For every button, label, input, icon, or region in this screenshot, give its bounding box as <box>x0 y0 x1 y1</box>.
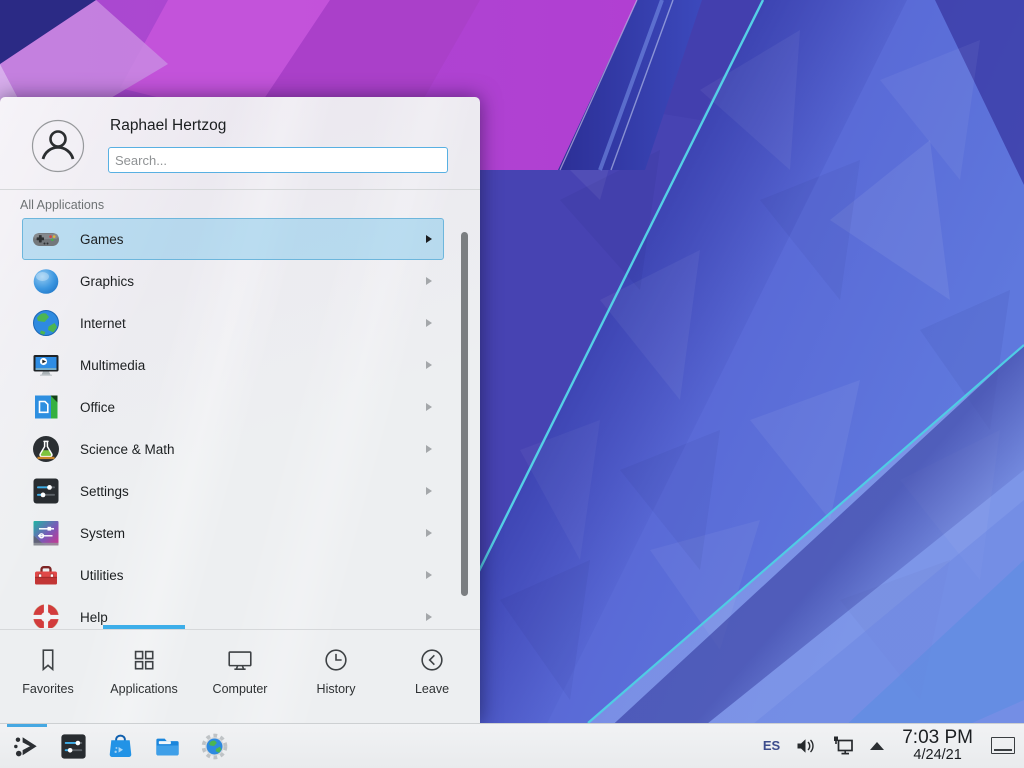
gamepad-icon <box>30 223 62 255</box>
toolbox-icon <box>30 559 62 591</box>
category-label: Science & Math <box>80 442 175 457</box>
category-games[interactable]: Games <box>22 218 444 260</box>
taskbar-panel: ES 7:03 PM 4/24/21 <box>0 723 1024 768</box>
graphics-sphere-icon <box>30 265 62 297</box>
network-icon[interactable] <box>831 735 855 757</box>
tab-label: Leave <box>415 682 449 696</box>
category-internet[interactable]: Internet <box>22 302 444 344</box>
application-category-list: Games Graphics <box>0 218 480 628</box>
category-system[interactable]: System <box>22 512 444 554</box>
category-label: Games <box>80 232 124 247</box>
category-label: Office <box>80 400 115 415</box>
submenu-arrow-icon <box>426 445 432 453</box>
taskbar-launchers <box>0 727 233 765</box>
desktop: Raphael Hertzog All Applications Games <box>0 0 1024 768</box>
submenu-arrow-icon <box>426 319 432 327</box>
discover-bag-icon <box>105 731 136 762</box>
help-lifering-icon <box>30 601 62 628</box>
discover-button[interactable] <box>101 727 139 765</box>
tab-label: Computer <box>213 682 268 696</box>
tab-label: Favorites <box>22 682 73 696</box>
system-settings-icon <box>58 731 89 762</box>
submenu-arrow-icon <box>426 403 432 411</box>
category-help[interactable]: Help <box>22 596 444 628</box>
category-label: System <box>80 526 125 541</box>
category-settings[interactable]: Settings <box>22 470 444 512</box>
tab-applications[interactable]: Applications <box>96 630 192 723</box>
system-tweaks-icon <box>30 517 62 549</box>
globe-icon <box>30 307 62 339</box>
file-manager-button[interactable] <box>148 727 186 765</box>
user-avatar-icon[interactable] <box>31 119 85 173</box>
category-label: Multimedia <box>80 358 145 373</box>
tab-leave[interactable]: Leave <box>384 630 480 723</box>
category-science-math[interactable]: Science & Math <box>22 428 444 470</box>
tab-label: History <box>317 682 356 696</box>
launcher-header: Raphael Hertzog <box>0 97 480 190</box>
search-input[interactable] <box>108 147 448 173</box>
media-screen-icon <box>30 349 62 381</box>
section-label: All Applications <box>20 198 104 212</box>
dolphin-folder-icon <box>152 731 183 762</box>
submenu-arrow-icon <box>426 487 432 495</box>
launcher-tab-bar: Favorites Applications Computer <box>0 629 480 723</box>
system-settings-button[interactable] <box>54 727 92 765</box>
category-graphics[interactable]: Graphics <box>22 260 444 302</box>
show-desktop-button[interactable] <box>991 737 1015 754</box>
category-multimedia[interactable]: Multimedia <box>22 344 444 386</box>
category-label: Utilities <box>80 568 124 583</box>
submenu-arrow-icon <box>426 529 432 537</box>
digital-clock[interactable]: 7:03 PM 4/24/21 <box>902 728 973 764</box>
settings-sliders-icon <box>30 475 62 507</box>
expand-tray-arrow[interactable] <box>870 742 884 750</box>
office-document-icon <box>30 391 62 423</box>
user-name: Raphael Hertzog <box>110 117 226 135</box>
bookmark-icon <box>33 645 63 675</box>
back-circle-icon <box>417 645 447 675</box>
keyboard-layout-indicator[interactable]: ES <box>763 738 780 753</box>
system-tray: ES 7:03 PM 4/24/21 <box>763 728 1024 764</box>
kde-launcher-icon <box>11 731 42 762</box>
monitor-icon <box>225 645 255 675</box>
category-label: Settings <box>80 484 129 499</box>
list-scrollbar[interactable] <box>461 232 468 596</box>
web-browser-button[interactable] <box>195 727 233 765</box>
tab-computer[interactable]: Computer <box>192 630 288 723</box>
clock-time: 7:03 PM <box>902 728 973 749</box>
submenu-arrow-icon <box>426 277 432 285</box>
tab-history[interactable]: History <box>288 630 384 723</box>
application-launcher-popup: Raphael Hertzog All Applications Games <box>0 97 480 723</box>
tab-label: Applications <box>110 682 177 696</box>
science-flask-icon <box>30 433 62 465</box>
submenu-arrow-icon <box>426 571 432 579</box>
clock-icon <box>321 645 351 675</box>
category-label: Help <box>80 610 108 625</box>
category-utilities[interactable]: Utilities <box>22 554 444 596</box>
tab-favorites[interactable]: Favorites <box>0 630 96 723</box>
category-label: Internet <box>80 316 126 331</box>
category-office[interactable]: Office <box>22 386 444 428</box>
clock-date: 4/24/21 <box>902 748 973 764</box>
submenu-arrow-icon <box>426 235 432 243</box>
submenu-arrow-icon <box>426 361 432 369</box>
volume-icon[interactable] <box>795 736 816 756</box>
submenu-arrow-icon <box>426 613 432 621</box>
grid-icon <box>129 645 159 675</box>
application-launcher-button[interactable] <box>7 727 45 765</box>
category-label: Graphics <box>80 274 134 289</box>
web-browser-icon <box>199 731 230 762</box>
